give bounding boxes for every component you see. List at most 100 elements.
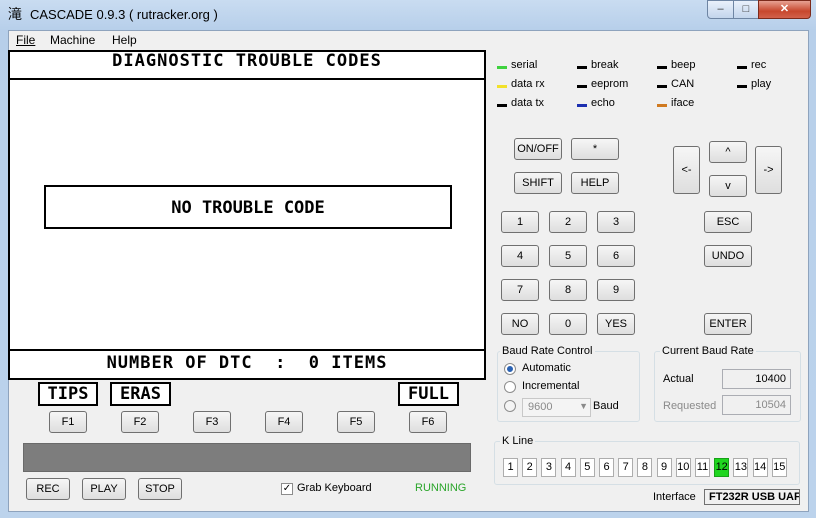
play-button[interactable]: PLAY	[82, 478, 126, 500]
onoff-button[interactable]: ON/OFF	[514, 138, 562, 160]
digit-3-button[interactable]: 3	[597, 211, 635, 233]
kline-box-2[interactable]: 2	[522, 458, 538, 477]
menu-machine[interactable]: Machine	[50, 33, 95, 47]
indicator-label-break: break	[591, 59, 619, 71]
no-button[interactable]: NO	[501, 313, 539, 335]
lcd-divider-top	[8, 78, 486, 80]
lcd-dtc-count: NUMBER OF DTC : 0 ITEMS	[106, 353, 388, 373]
baud-select[interactable]: 9600 ▼	[522, 398, 591, 417]
kline-box-4[interactable]: 4	[560, 458, 576, 477]
actual-baud-field: 10400	[722, 369, 791, 389]
f2-button[interactable]: F2	[121, 411, 159, 433]
help-button[interactable]: HELP	[571, 172, 619, 194]
menu-file[interactable]: File	[16, 33, 35, 47]
indicator-label-can: CAN	[671, 78, 695, 90]
kline-title: K Line	[500, 435, 536, 447]
maximize-button[interactable]: □	[733, 0, 759, 19]
indicator-led-beep	[657, 66, 667, 69]
interface-label: Interface	[653, 491, 696, 503]
current-baud-title: Current Baud Rate	[660, 345, 756, 357]
down-arrow-button[interactable]: v	[709, 175, 747, 197]
digit-8-button[interactable]: 8	[549, 279, 587, 301]
kline-box-10[interactable]: 10	[675, 458, 691, 477]
close-button[interactable]: ✕	[758, 0, 811, 19]
automatic-radio[interactable]	[504, 363, 516, 375]
digit-9-button[interactable]: 9	[597, 279, 635, 301]
stop-button[interactable]: STOP	[138, 478, 182, 500]
requested-baud-field: 10504	[722, 395, 791, 415]
indicator-label-play: play	[751, 78, 772, 90]
digit-2-button[interactable]: 2	[549, 211, 587, 233]
kline-box-12[interactable]: 12	[714, 458, 730, 477]
caption-buttons: – □ ✕	[707, 0, 811, 20]
incremental-radio[interactable]	[504, 381, 516, 393]
kline-box-13[interactable]: 13	[733, 458, 749, 477]
indicator-label-serial: serial	[511, 59, 538, 71]
kline-box-5[interactable]: 5	[579, 458, 595, 477]
indicator-label-echo: echo	[591, 97, 615, 109]
yes-button[interactable]: YES	[597, 313, 635, 335]
f3-button[interactable]: F3	[193, 411, 231, 433]
digit-1-button[interactable]: 1	[501, 211, 539, 233]
shift-button[interactable]: SHIFT	[514, 172, 562, 194]
indicator-led-break	[577, 66, 587, 69]
indicator-led-data-rx	[497, 85, 507, 88]
right-arrow-button[interactable]: ->	[755, 146, 782, 194]
baud-unit-label: Baud	[593, 400, 619, 412]
chevron-down-icon: ▼	[579, 401, 588, 411]
digit-7-button[interactable]: 7	[501, 279, 539, 301]
requested-label: Requested	[663, 400, 717, 412]
digit-0-button[interactable]: 0	[549, 313, 587, 335]
indicator-led-serial	[497, 66, 507, 69]
menu-help[interactable]: Help	[112, 33, 137, 47]
indicator-label-beep: beep	[671, 59, 696, 71]
lcd-divider-bottom	[8, 349, 486, 351]
kline-box-6[interactable]: 6	[599, 458, 614, 477]
window-title: CASCADE 0.9.3 ( rutracker.org )	[30, 7, 218, 22]
automatic-label: Automatic	[522, 362, 571, 374]
baud-rate-control-title: Baud Rate Control	[500, 345, 595, 357]
rec-button[interactable]: REC	[26, 478, 70, 500]
kline-box-3[interactable]: 3	[541, 458, 557, 477]
kline-box-14[interactable]: 14	[752, 458, 768, 477]
indicator-label-rec: rec	[751, 59, 767, 71]
enter-button[interactable]: ENTER	[704, 313, 752, 335]
grab-keyboard-label: Grab Keyboard	[297, 482, 372, 494]
esc-button[interactable]: ESC	[704, 211, 752, 233]
softkey-label-eras: ERAS	[110, 382, 171, 406]
interface-value: FT232R USB UAF	[704, 489, 800, 505]
f1-button[interactable]: F1	[49, 411, 87, 433]
kline-box-15[interactable]: 15	[771, 458, 787, 477]
kline-box-7[interactable]: 7	[618, 458, 634, 477]
digit-5-button[interactable]: 5	[549, 245, 587, 267]
minimize-button[interactable]: –	[707, 0, 734, 19]
fixed-baud-radio[interactable]	[504, 400, 516, 412]
indicator-led-can	[657, 85, 667, 88]
undo-button[interactable]: UNDO	[704, 245, 752, 267]
run-status: RUNNING	[415, 482, 467, 494]
indicator-led-iface	[657, 104, 667, 107]
softkey-label-tips: TIPS	[38, 382, 98, 406]
kline-box-1[interactable]: 1	[503, 458, 518, 477]
kline-box-9[interactable]: 9	[656, 458, 672, 477]
f5-button[interactable]: F5	[337, 411, 375, 433]
incremental-label: Incremental	[522, 380, 580, 392]
grab-keyboard-checkbox[interactable]: ✓	[281, 483, 293, 495]
digit-6-button[interactable]: 6	[597, 245, 635, 267]
digit-4-button[interactable]: 4	[501, 245, 539, 267]
up-arrow-button[interactable]: ^	[709, 141, 747, 163]
lcd-message: NO TROUBLE CODE	[171, 198, 325, 218]
indicator-label-data-rx: data rx	[511, 78, 545, 90]
softkey-label-full: FULL	[398, 382, 459, 406]
app-icon: 滝	[8, 6, 22, 22]
left-arrow-button[interactable]: <-	[673, 146, 700, 194]
f6-button[interactable]: F6	[409, 411, 447, 433]
f4-button[interactable]: F4	[265, 411, 303, 433]
kline-box-8[interactable]: 8	[637, 458, 653, 477]
actual-label: Actual	[663, 373, 694, 385]
star-button[interactable]: *	[571, 138, 619, 160]
kline-box-11[interactable]: 11	[695, 458, 710, 477]
indicator-label-eeprom: eeprom	[591, 78, 629, 90]
message-bar	[23, 443, 471, 472]
indicator-led-echo	[577, 104, 587, 107]
